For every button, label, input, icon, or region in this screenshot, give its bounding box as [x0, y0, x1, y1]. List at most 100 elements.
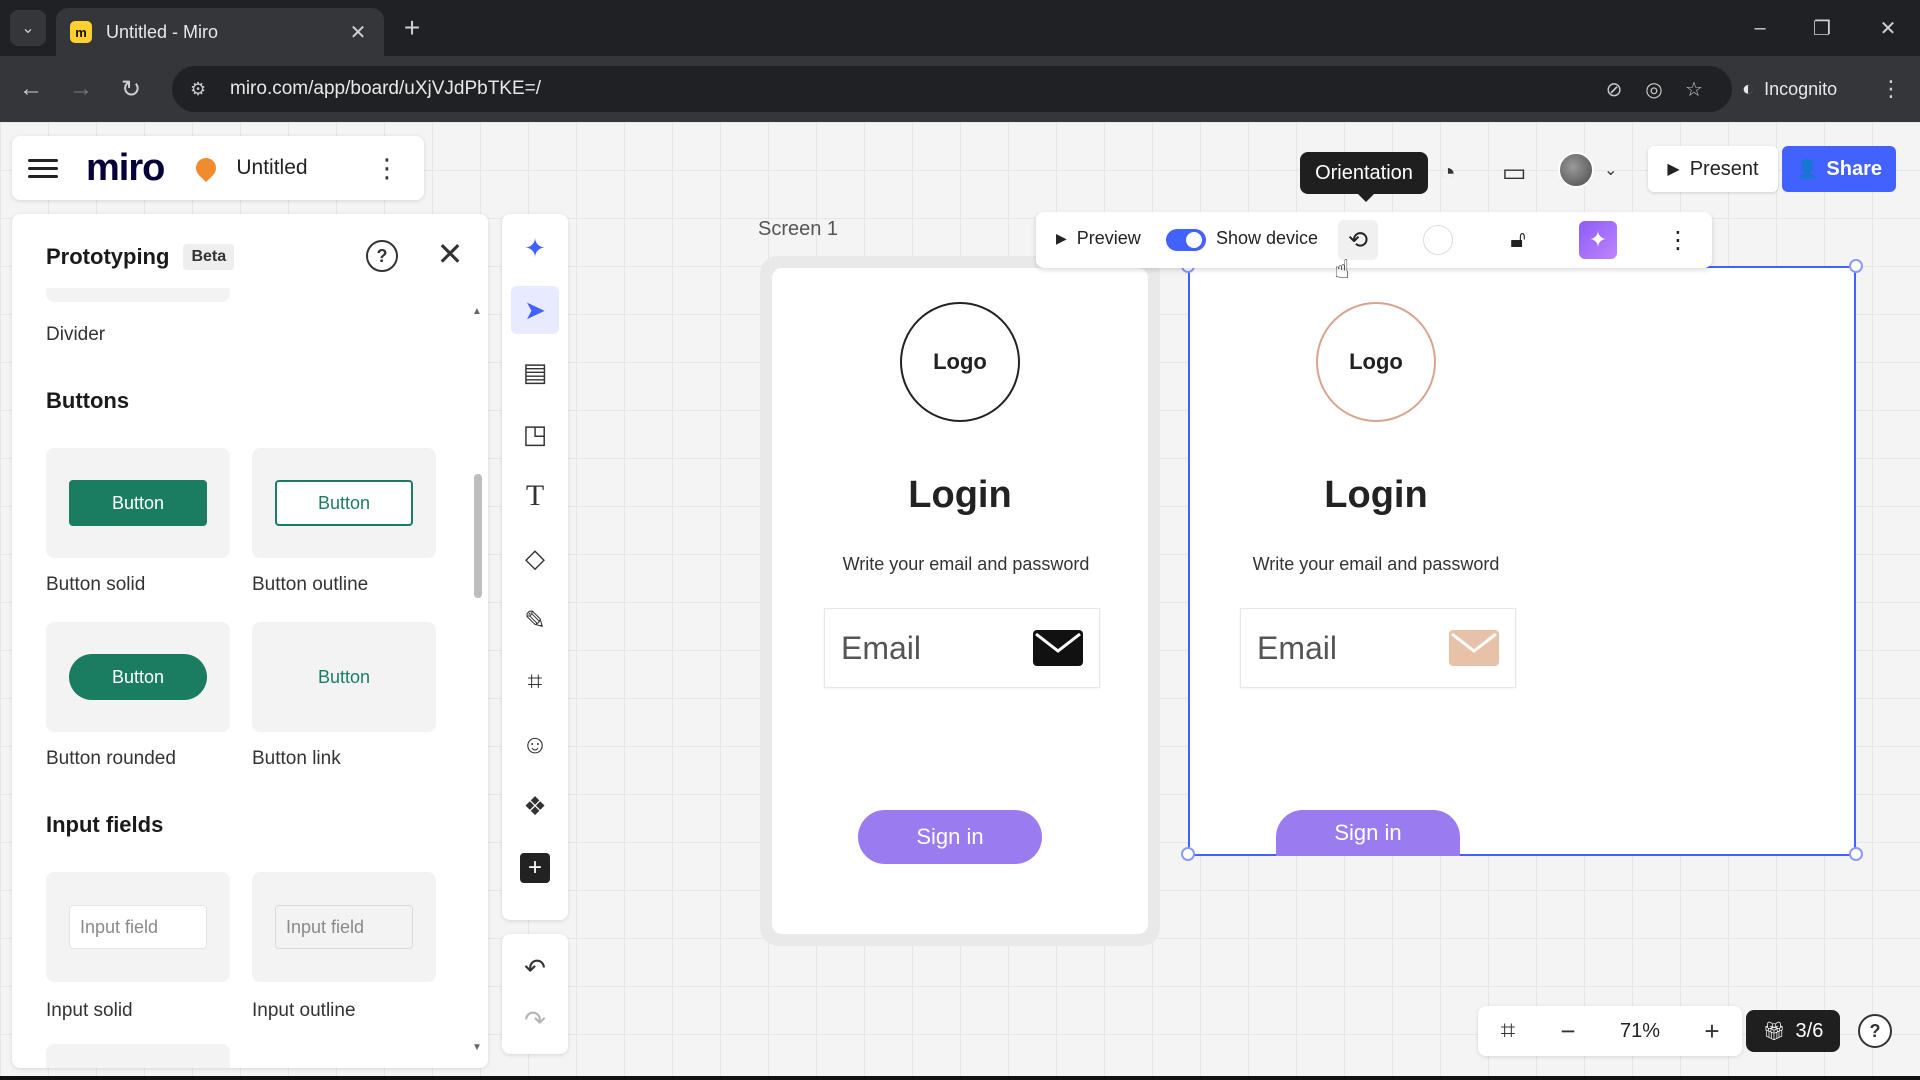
- tab-close-icon[interactable]: ✕: [346, 20, 370, 45]
- login-subtitle: Write your email and password: [842, 554, 1090, 574]
- onboarding-pager[interactable]: 🎁︎ 3/6: [1746, 1010, 1840, 1052]
- select-cursor-icon[interactable]: ➤: [511, 286, 559, 334]
- url-text[interactable]: miro.com/app/board/uXjVJdPbTKE=/: [230, 78, 1594, 100]
- button-solid-label: Button solid: [46, 574, 146, 595]
- button-rounded-preview: Button: [69, 654, 207, 700]
- divider-card[interactable]: [46, 288, 230, 302]
- browser-menu-icon[interactable]: ⋮: [1872, 70, 1910, 108]
- more-options-icon[interactable]: ⋮: [1658, 220, 1698, 260]
- buttons-heading: Buttons: [46, 388, 130, 413]
- ai-sparkle-icon: ✦: [1579, 221, 1617, 259]
- color-swatch: [1423, 225, 1453, 255]
- email-input[interactable]: Email: [824, 608, 1100, 688]
- button-solid-card[interactable]: Button: [46, 448, 230, 558]
- board-name[interactable]: Untitled: [236, 156, 307, 180]
- frame-color-button[interactable]: [1418, 220, 1458, 260]
- reactions-icon[interactable]: ◔: [1428, 152, 1468, 192]
- camera-blocked-icon[interactable]: ⊘: [1594, 77, 1634, 102]
- input-fields-heading: Input fields: [46, 812, 164, 837]
- frame-context-toolbar: ▶ Preview Show device ⟲ 🔓︎ ✦ ⋮: [1036, 212, 1712, 268]
- button-rounded-card[interactable]: Button: [46, 622, 230, 732]
- forward-arrow-icon[interactable]: →: [62, 70, 100, 108]
- templates-icon[interactable]: ▤: [511, 348, 559, 396]
- button-link-card[interactable]: Button: [252, 622, 436, 732]
- tab-search-chevron-icon[interactable]: ⌄: [10, 10, 46, 46]
- divider-label: Divider: [46, 324, 106, 345]
- main-menu-icon[interactable]: [28, 153, 58, 183]
- play-icon: ▶: [1056, 230, 1067, 246]
- present-button[interactable]: ▶ Present: [1648, 146, 1778, 192]
- input-outline-card[interactable]: Input field: [252, 872, 436, 982]
- shapes-icon[interactable]: ◇: [511, 534, 559, 582]
- button-rounded-label: Button rounded: [46, 748, 176, 769]
- mail-icon: [1033, 630, 1083, 666]
- browser-tab[interactable]: m Untitled - Miro ✕: [56, 8, 384, 56]
- share-button[interactable]: 👤 Share: [1782, 146, 1896, 192]
- help-icon[interactable]: ?: [1858, 1014, 1892, 1048]
- stickers-icon[interactable]: ☺: [511, 720, 559, 768]
- ai-assist-button[interactable]: ✦: [1578, 220, 1618, 260]
- video-call-icon[interactable]: ▭: [1494, 152, 1534, 192]
- panel-scrollbar[interactable]: ▲ ▼: [472, 306, 484, 1054]
- avatar[interactable]: [1558, 152, 1594, 188]
- chevron-down-icon[interactable]: ⌄: [1604, 160, 1617, 180]
- reload-icon[interactable]: ↻: [112, 70, 150, 108]
- pen-icon[interactable]: ✎: [511, 596, 559, 644]
- redo-icon[interactable]: ↷: [511, 996, 559, 1044]
- present-label: Present: [1689, 157, 1759, 180]
- zoom-out-icon[interactable]: −: [1538, 1016, 1598, 1047]
- board-options-icon[interactable]: ⋮: [374, 153, 400, 184]
- zoom-in-icon[interactable]: +: [1682, 1016, 1742, 1047]
- bookmark-star-icon[interactable]: ☆: [1674, 77, 1714, 102]
- input-solid-label: Input solid: [46, 1000, 133, 1021]
- login-title: Login: [908, 474, 1012, 516]
- collaborators[interactable]: ⌄: [1554, 148, 1638, 192]
- url-omnibox[interactable]: ⚙ miro.com/app/board/uXjVJdPbTKE=/ ⊘ ◎ ☆: [172, 66, 1732, 112]
- fit-to-screen-icon[interactable]: ⌗: [1478, 1015, 1538, 1047]
- phone-frame[interactable]: Logo Login Write your email and password…: [772, 268, 1148, 934]
- frame-label[interactable]: Screen 1: [758, 218, 838, 241]
- zoom-level[interactable]: 71%: [1598, 1020, 1682, 1043]
- undo-redo-bar: ↶ ↷: [502, 934, 568, 1054]
- next-component-card[interactable]: [46, 1044, 230, 1068]
- input-solid-card[interactable]: Input field: [46, 872, 230, 982]
- site-settings-icon[interactable]: ⚙: [190, 79, 214, 100]
- scroll-down-icon[interactable]: ▼: [472, 1042, 482, 1053]
- undo-icon[interactable]: ↶: [511, 944, 559, 992]
- lock-icon[interactable]: 🔓︎: [1498, 220, 1538, 260]
- sign-in-button[interactable]: Sign in: [1276, 810, 1460, 856]
- miro-favicon-icon: m: [70, 21, 92, 43]
- new-tab-icon[interactable]: +: [396, 12, 428, 44]
- frame-icon[interactable]: ⌗: [511, 658, 559, 706]
- button-outline-card[interactable]: Button: [252, 448, 436, 558]
- button-solid-preview: Button: [69, 480, 207, 526]
- ai-sparkle-icon[interactable]: ✦: [511, 224, 559, 272]
- sticky-note-icon[interactable]: ◳: [511, 410, 559, 458]
- restore-icon[interactable]: ❐: [1802, 12, 1842, 44]
- landscape-frame[interactable]: Logo Login Write your email and password…: [1188, 266, 1856, 856]
- scroll-thumb[interactable]: [474, 474, 482, 598]
- text-icon[interactable]: T: [511, 472, 559, 520]
- resize-handle-top-right[interactable]: [1849, 259, 1863, 273]
- minimize-icon[interactable]: –: [1740, 12, 1780, 44]
- preview-button[interactable]: ▶ Preview: [1056, 228, 1141, 249]
- email-input[interactable]: Email: [1240, 608, 1516, 688]
- resize-handle-bottom-right[interactable]: [1849, 847, 1863, 861]
- show-device-toggle[interactable]: [1166, 229, 1206, 251]
- more-tools-button[interactable]: +: [511, 844, 559, 892]
- miro-logo: miro: [86, 146, 165, 189]
- help-icon[interactable]: ?: [366, 240, 398, 272]
- incognito-indicator[interactable]: ◐ Incognito: [1724, 69, 1855, 109]
- beta-badge: Beta: [183, 244, 235, 270]
- tracking-eye-off-icon[interactable]: ◎: [1634, 77, 1674, 102]
- resize-handle-bottom-left[interactable]: [1181, 847, 1195, 861]
- scroll-up-icon[interactable]: ▲: [472, 306, 482, 317]
- play-icon: ▶: [1667, 161, 1680, 178]
- screen-edge: [0, 1076, 1920, 1080]
- sign-in-button[interactable]: Sign in: [858, 810, 1042, 864]
- email-placeholder: Email: [841, 629, 922, 666]
- apps-icon[interactable]: ❖: [511, 782, 559, 830]
- close-icon[interactable]: ✕: [432, 236, 468, 272]
- back-arrow-icon[interactable]: ←: [12, 70, 50, 108]
- window-close-icon[interactable]: ✕: [1868, 12, 1908, 44]
